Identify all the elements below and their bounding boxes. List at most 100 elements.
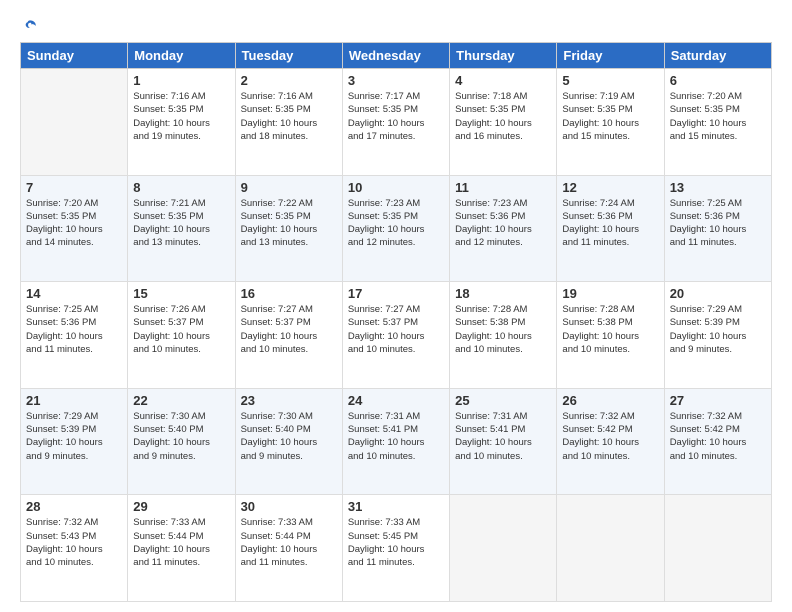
calendar-cell: 5Sunrise: 7:19 AM Sunset: 5:35 PM Daylig… xyxy=(557,69,664,176)
calendar-cell xyxy=(557,495,664,602)
calendar-header-row: SundayMondayTuesdayWednesdayThursdayFrid… xyxy=(21,43,772,69)
day-info: Sunrise: 7:30 AM Sunset: 5:40 PM Dayligh… xyxy=(133,410,229,463)
calendar-cell: 2 Sunrise: 7:16 AM Sunset: 5:35 PM Daylig… xyxy=(235,69,342,176)
day-info: Sunrise: 7:29 AM Sunset: 5:39 PM Dayligh… xyxy=(26,410,122,463)
day-number: 4 xyxy=(455,73,551,88)
day-info: Sunrise: 7:27 AM Sunset: 5:37 PM Dayligh… xyxy=(348,303,444,356)
day-number: 16 xyxy=(241,286,337,301)
logo-text xyxy=(20,18,39,34)
calendar-cell xyxy=(21,69,128,176)
day-number: 19 xyxy=(562,286,658,301)
day-number: 13 xyxy=(670,180,766,195)
calendar-cell xyxy=(664,495,771,602)
day-info: Sunrise: 7:27 AM Sunset: 5:37 PM Dayligh… xyxy=(241,303,337,356)
day-info: Sunrise: 7:16 AM Sunset: 5:35 PM Dayligh… xyxy=(241,90,337,143)
header xyxy=(20,18,772,34)
calendar-week-row: 21 Sunrise: 7:29 AM Sunset: 5:39 PM Dayli… xyxy=(21,388,772,495)
day-number: 14 xyxy=(26,286,122,301)
day-number: 2 xyxy=(241,73,337,88)
calendar-cell: 21 Sunrise: 7:29 AM Sunset: 5:39 PM Dayli… xyxy=(21,388,128,495)
page: SundayMondayTuesdayWednesdayThursdayFrid… xyxy=(0,0,792,612)
day-info: Sunrise: 7:23 AM Sunset: 5:36 PM Dayligh… xyxy=(455,197,551,250)
calendar-header-wednesday: Wednesday xyxy=(342,43,449,69)
calendar-cell: 23Sunrise: 7:30 AM Sunset: 5:40 PM Dayli… xyxy=(235,388,342,495)
calendar-cell xyxy=(450,495,557,602)
day-info: Sunrise: 7:25 AM Sunset: 5:36 PM Dayligh… xyxy=(670,197,766,250)
day-info: Sunrise: 7:33 AM Sunset: 5:45 PM Dayligh… xyxy=(348,516,444,569)
calendar-header-friday: Friday xyxy=(557,43,664,69)
calendar-header-thursday: Thursday xyxy=(450,43,557,69)
calendar-cell: 14 Sunrise: 7:25 AM Sunset: 5:36 PM Dayli… xyxy=(21,282,128,389)
logo-bird-icon xyxy=(22,18,38,34)
calendar-header-monday: Monday xyxy=(128,43,235,69)
calendar-cell: 25 Sunrise: 7:31 AM Sunset: 5:41 PM Dayli… xyxy=(450,388,557,495)
calendar-cell: 29 Sunrise: 7:33 AM Sunset: 5:44 PM Dayli… xyxy=(128,495,235,602)
calendar-cell: 12Sunrise: 7:24 AM Sunset: 5:36 PM Dayli… xyxy=(557,175,664,282)
calendar-cell: 30Sunrise: 7:33 AM Sunset: 5:44 PM Dayli… xyxy=(235,495,342,602)
day-info: Sunrise: 7:30 AM Sunset: 5:40 PM Dayligh… xyxy=(241,410,337,463)
day-number: 3 xyxy=(348,73,444,88)
calendar-table: SundayMondayTuesdayWednesdayThursdayFrid… xyxy=(20,42,772,602)
day-info: Sunrise: 7:31 AM Sunset: 5:41 PM Dayligh… xyxy=(348,410,444,463)
day-number: 1 xyxy=(133,73,229,88)
day-number: 29 xyxy=(133,499,229,514)
calendar-cell: 27Sunrise: 7:32 AM Sunset: 5:42 PM Dayli… xyxy=(664,388,771,495)
day-info: Sunrise: 7:22 AM Sunset: 5:35 PM Dayligh… xyxy=(241,197,337,250)
day-number: 11 xyxy=(455,180,551,195)
day-number: 10 xyxy=(348,180,444,195)
day-info: Sunrise: 7:23 AM Sunset: 5:35 PM Dayligh… xyxy=(348,197,444,250)
day-info: Sunrise: 7:17 AM Sunset: 5:35 PM Dayligh… xyxy=(348,90,444,143)
day-info: Sunrise: 7:20 AM Sunset: 5:35 PM Dayligh… xyxy=(670,90,766,143)
logo xyxy=(20,18,39,34)
calendar-cell: 6 Sunrise: 7:20 AM Sunset: 5:35 PM Daylig… xyxy=(664,69,771,176)
day-info: Sunrise: 7:32 AM Sunset: 5:42 PM Dayligh… xyxy=(562,410,658,463)
calendar-cell: 31Sunrise: 7:33 AM Sunset: 5:45 PM Dayli… xyxy=(342,495,449,602)
calendar-cell: 10 Sunrise: 7:23 AM Sunset: 5:35 PM Dayli… xyxy=(342,175,449,282)
calendar-cell: 4 Sunrise: 7:18 AM Sunset: 5:35 PM Daylig… xyxy=(450,69,557,176)
day-info: Sunrise: 7:28 AM Sunset: 5:38 PM Dayligh… xyxy=(562,303,658,356)
calendar-week-row: 7 Sunrise: 7:20 AM Sunset: 5:35 PM Daylig… xyxy=(21,175,772,282)
calendar-cell: 17 Sunrise: 7:27 AM Sunset: 5:37 PM Dayli… xyxy=(342,282,449,389)
calendar-cell: 15Sunrise: 7:26 AM Sunset: 5:37 PM Dayli… xyxy=(128,282,235,389)
day-number: 28 xyxy=(26,499,122,514)
calendar-cell: 19 Sunrise: 7:28 AM Sunset: 5:38 PM Dayli… xyxy=(557,282,664,389)
calendar-cell: 1 Sunrise: 7:16 AM Sunset: 5:35 PM Daylig… xyxy=(128,69,235,176)
day-number: 20 xyxy=(670,286,766,301)
calendar-cell: 8 Sunrise: 7:21 AM Sunset: 5:35 PM Daylig… xyxy=(128,175,235,282)
day-number: 26 xyxy=(562,393,658,408)
calendar-cell: 28Sunrise: 7:32 AM Sunset: 5:43 PM Dayli… xyxy=(21,495,128,602)
calendar-header-saturday: Saturday xyxy=(664,43,771,69)
calendar-week-row: 14 Sunrise: 7:25 AM Sunset: 5:36 PM Dayli… xyxy=(21,282,772,389)
day-info: Sunrise: 7:32 AM Sunset: 5:42 PM Dayligh… xyxy=(670,410,766,463)
day-number: 30 xyxy=(241,499,337,514)
day-info: Sunrise: 7:21 AM Sunset: 5:35 PM Dayligh… xyxy=(133,197,229,250)
day-number: 5 xyxy=(562,73,658,88)
calendar-cell: 20 Sunrise: 7:29 AM Sunset: 5:39 PM Dayli… xyxy=(664,282,771,389)
calendar-week-row: 1 Sunrise: 7:16 AM Sunset: 5:35 PM Daylig… xyxy=(21,69,772,176)
calendar-week-row: 28Sunrise: 7:32 AM Sunset: 5:43 PM Dayli… xyxy=(21,495,772,602)
day-info: Sunrise: 7:31 AM Sunset: 5:41 PM Dayligh… xyxy=(455,410,551,463)
calendar-cell: 13 Sunrise: 7:25 AM Sunset: 5:36 PM Dayli… xyxy=(664,175,771,282)
day-info: Sunrise: 7:29 AM Sunset: 5:39 PM Dayligh… xyxy=(670,303,766,356)
calendar-header-tuesday: Tuesday xyxy=(235,43,342,69)
day-number: 6 xyxy=(670,73,766,88)
day-number: 18 xyxy=(455,286,551,301)
day-number: 25 xyxy=(455,393,551,408)
day-info: Sunrise: 7:26 AM Sunset: 5:37 PM Dayligh… xyxy=(133,303,229,356)
day-number: 7 xyxy=(26,180,122,195)
day-info: Sunrise: 7:18 AM Sunset: 5:35 PM Dayligh… xyxy=(455,90,551,143)
day-number: 12 xyxy=(562,180,658,195)
calendar-cell: 18Sunrise: 7:28 AM Sunset: 5:38 PM Dayli… xyxy=(450,282,557,389)
day-info: Sunrise: 7:16 AM Sunset: 5:35 PM Dayligh… xyxy=(133,90,229,143)
day-info: Sunrise: 7:33 AM Sunset: 5:44 PM Dayligh… xyxy=(133,516,229,569)
calendar-cell: 7 Sunrise: 7:20 AM Sunset: 5:35 PM Daylig… xyxy=(21,175,128,282)
day-number: 8 xyxy=(133,180,229,195)
day-number: 21 xyxy=(26,393,122,408)
day-number: 22 xyxy=(133,393,229,408)
calendar-cell: 22 Sunrise: 7:30 AM Sunset: 5:40 PM Dayli… xyxy=(128,388,235,495)
day-number: 17 xyxy=(348,286,444,301)
day-info: Sunrise: 7:25 AM Sunset: 5:36 PM Dayligh… xyxy=(26,303,122,356)
calendar-cell: 9Sunrise: 7:22 AM Sunset: 5:35 PM Daylig… xyxy=(235,175,342,282)
calendar-header-sunday: Sunday xyxy=(21,43,128,69)
day-info: Sunrise: 7:20 AM Sunset: 5:35 PM Dayligh… xyxy=(26,197,122,250)
